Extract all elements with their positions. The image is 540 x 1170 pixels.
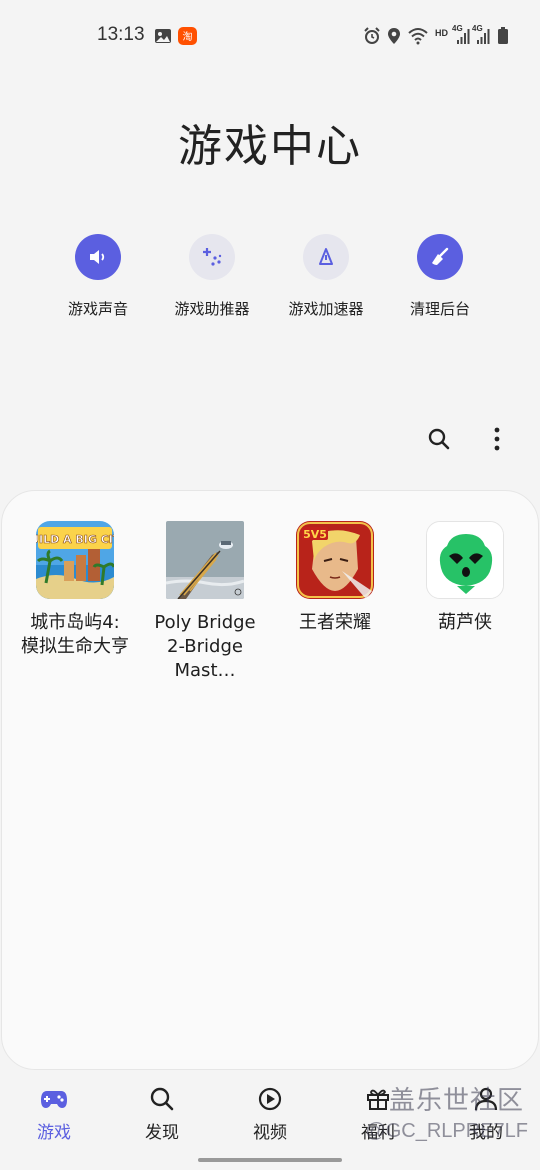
status-bar: 13:13 淘 HD 4G 4G	[0, 0, 540, 72]
location-icon	[388, 28, 400, 44]
nav-label: 我的	[469, 1123, 503, 1143]
image-icon	[155, 29, 171, 43]
search-icon	[428, 428, 450, 450]
tool-label: 游戏助推器	[174, 300, 250, 318]
tool-circle	[75, 234, 121, 280]
nav-item-benefits[interactable]: 福利	[338, 1086, 418, 1143]
nav-label: 视频	[253, 1123, 287, 1143]
tool-game-booster[interactable]: 游戏助推器	[152, 234, 272, 319]
honor-of-kings-icon: 5V5	[296, 521, 374, 599]
more-options-button[interactable]	[482, 424, 512, 454]
nav-item-discover[interactable]: 发现	[122, 1086, 202, 1143]
game-item-honor-of-kings[interactable]: 5V5 王者荣耀	[270, 521, 400, 635]
network-hd-label: HD	[435, 28, 448, 38]
svg-text:淘: 淘	[183, 30, 193, 43]
tool-label: 清理后台	[409, 300, 470, 318]
signal-icon-2	[477, 29, 490, 44]
signal-icon	[457, 29, 470, 44]
nav-label: 福利	[361, 1123, 395, 1143]
game-item-poly-bridge[interactable]: Poly Bridge 2-Bridge Mast…	[140, 521, 270, 683]
nav-label: 发现	[145, 1123, 179, 1143]
nav-label: 游戏	[37, 1123, 71, 1143]
taobao-app-icon: 淘	[178, 27, 197, 45]
bottom-navigation: 游戏 发现 视频 福利 我的	[0, 1072, 540, 1170]
status-time: 13:13	[97, 24, 145, 45]
wifi-icon	[408, 28, 428, 45]
game-library-panel: BUILD A BIG CITY 城市岛屿4: 模拟生命大亨	[1, 490, 539, 1070]
game-label: 王者荣耀	[299, 612, 371, 633]
poly-bridge-icon	[166, 521, 244, 599]
page-title: 游戏中心	[178, 121, 362, 172]
person-icon	[474, 1087, 498, 1111]
home-indicator[interactable]	[198, 1158, 342, 1162]
city-island-icon: BUILD A BIG CITY	[36, 521, 114, 599]
city-island-icon-text: BUILD A BIG CITY	[36, 533, 114, 546]
sparkle-icon	[203, 248, 222, 266]
nav-item-games[interactable]: 游戏	[14, 1086, 94, 1143]
game-item-city-island[interactable]: BUILD A BIG CITY 城市岛屿4: 模拟生命大亨	[10, 521, 140, 659]
game-label: 葫芦侠	[438, 612, 492, 633]
broom-icon	[432, 247, 449, 265]
alarm-icon	[364, 27, 380, 44]
game-label: Poly Bridge 2-Bridge Mast…	[154, 612, 256, 681]
gift-icon	[367, 1089, 389, 1110]
tool-clean-background[interactable]: 清理后台	[380, 234, 500, 319]
tool-label: 游戏加速器	[288, 300, 364, 318]
game-center-screen: 13:13 淘 HD 4G 4G 游戏中心 游戏声音 游戏助推器 游戏加速器 清…	[0, 0, 540, 1170]
battery-icon	[498, 27, 508, 44]
nav-item-mine[interactable]: 我的	[446, 1086, 526, 1143]
more-vert-icon	[494, 427, 500, 451]
huluxia-icon	[426, 521, 504, 599]
game-label: 城市岛屿4: 模拟生命大亨	[21, 612, 129, 657]
game-item-huluxia[interactable]: 葫芦侠	[400, 521, 530, 635]
play-icon	[258, 1087, 282, 1111]
speaker-icon	[90, 250, 105, 264]
search-button[interactable]	[424, 424, 454, 454]
tool-circle	[417, 234, 463, 280]
search-icon	[150, 1087, 174, 1111]
nav-item-video[interactable]: 视频	[230, 1086, 310, 1143]
tool-label: 游戏声音	[67, 300, 128, 318]
gamepad-icon	[41, 1091, 67, 1108]
tool-circle	[189, 234, 235, 280]
tool-game-sound[interactable]: 游戏声音	[38, 234, 158, 319]
honor-of-kings-icon-text: 5V5	[303, 528, 327, 541]
tool-game-accelerator[interactable]: 游戏加速器	[266, 234, 386, 319]
triangle-icon	[319, 248, 333, 265]
tool-circle	[303, 234, 349, 280]
